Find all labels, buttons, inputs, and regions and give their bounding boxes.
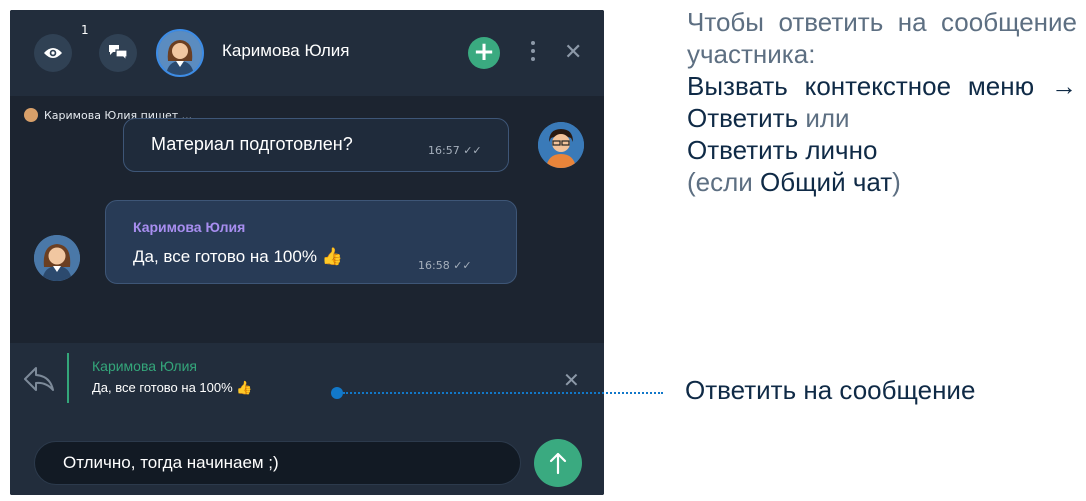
chats-button[interactable] [99,34,137,72]
reply-text: Да, все готово на 100% 👍 [92,380,253,395]
message-text: Материал подготовлен? [151,134,353,154]
typing-avatar [24,108,38,122]
note-arrow: → [1034,71,1077,101]
callout-label: Ответить на сообщение [685,375,976,405]
my-avatar [538,122,584,168]
note-intro: Чтобы ответить на сообщение участника: [687,7,1077,69]
more-icon [528,41,538,61]
viewers-count-badge: 1 [81,23,89,37]
add-button[interactable]: + [468,37,500,69]
note-reply-private: Ответить лично [687,135,878,165]
instruction-note: Чтобы ответить на сообщение участника: В… [687,6,1077,198]
read-checkmarks-icon: ✓✓ [453,259,472,272]
note-reply: Ответить [687,103,799,133]
plus-icon: + [473,37,495,67]
viewers-button[interactable] [34,34,72,72]
read-checkmarks-icon: ✓✓ [463,144,482,157]
message-author: Каримова Юлия [133,219,246,235]
send-button[interactable] [534,439,582,487]
note-menu: Вызвать контекстное меню [687,71,1035,101]
note-or: или [798,103,850,133]
contact-name: Каримова Юлия [222,41,350,60]
reply-preview: Каримова Юлия Да, все готово на 100% 👍 ✕ [10,343,604,423]
close-icon[interactable]: ✕ [564,40,582,65]
message-time: 16:57 ✓✓ [428,144,482,157]
callout-dot [331,387,343,399]
reply-author: Каримова Юлия [92,358,197,374]
cancel-reply-icon[interactable]: ✕ [563,368,580,392]
outgoing-message[interactable]: Материал подготовлен? 16:57 ✓✓ [123,118,509,172]
message-text: Да, все готово на 100% 👍 [133,247,343,266]
note-common-chat: Общий чат [760,167,893,197]
arrow-up-icon [549,452,567,475]
chat-header: 1 Каримова Юлия + ✕ [10,10,604,96]
note-paren-close: ) [892,167,901,197]
contact-avatar[interactable] [156,29,204,77]
message-time: 16:58 ✓✓ [418,259,472,272]
sender-avatar [34,235,80,281]
eye-icon [44,48,62,58]
composer: Отлично, тогда начинаем ;) [10,423,604,495]
reply-quote-bar [67,353,69,403]
chats-icon [109,45,128,62]
incoming-message[interactable]: Каримова Юлия Да, все готово на 100% 👍 1… [105,200,517,284]
note-paren-open: (если [687,167,761,197]
more-menu-button[interactable] [528,37,538,69]
chat-window: 1 Каримова Юлия + ✕ Каримова Юлия пишет … [10,10,604,495]
callout-line [343,392,663,394]
reply-arrow-icon [24,367,54,391]
message-input[interactable]: Отлично, тогда начинаем ;) [34,441,521,485]
